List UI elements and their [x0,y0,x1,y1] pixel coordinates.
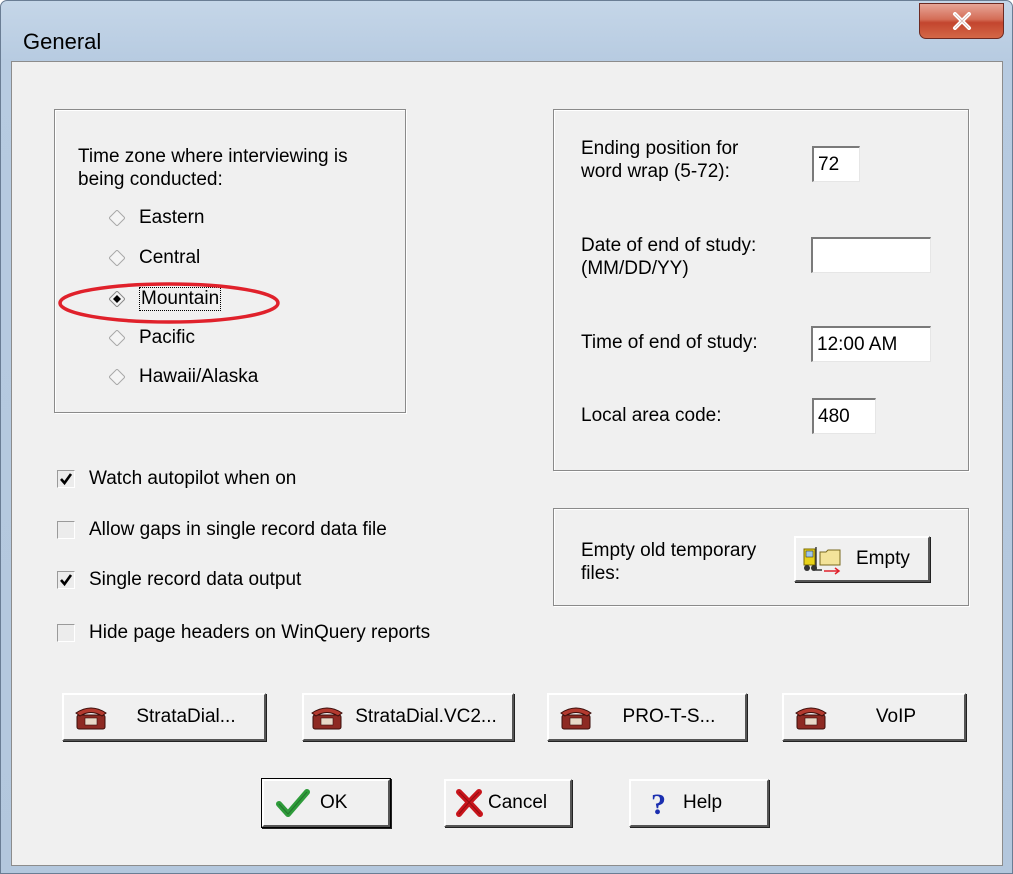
temp-files-label-line1: Empty old temporary [581,540,757,561]
checkmark-icon [60,473,73,486]
allow-gaps-checkbox[interactable]: Allow gaps in single record data file [57,515,387,545]
cancel-label: Cancel [488,792,548,813]
checkbox-box [57,571,75,589]
end-date-label-line1: Date of end of study: [581,235,757,256]
area-code-input[interactable] [812,398,876,434]
radio-diamond-icon [109,369,125,385]
end-date-input[interactable] [811,237,931,273]
cancel-button[interactable]: Cancel [444,779,572,827]
help-button[interactable]: ? Help [629,779,769,827]
general-dialog: General Time zone where interviewing is … [0,0,1013,874]
close-icon [952,12,971,30]
radio-hawaii-alaska[interactable]: Hawaii/Alaska [109,362,258,392]
red-x-icon [454,788,484,818]
stratadial-label: StrataDial... [136,706,236,727]
phone-icon [74,703,108,731]
radio-label-pacific: Pacific [139,327,195,348]
title-bar[interactable]: General [1,1,1012,61]
radio-label-eastern: Eastern [139,207,205,228]
hide-page-headers-checkbox[interactable]: Hide page headers on WinQuery reports [57,618,430,648]
phone-icon [310,703,344,731]
checkbox-box [57,470,75,488]
checkmark-icon [276,789,310,817]
time-zone-label-line2: being conducted: [78,169,223,190]
radio-label-hawaii-alaska: Hawaii/Alaska [139,366,259,387]
pro-t-s-button[interactable]: PRO-T-S... [547,693,747,741]
radio-diamond-icon [109,330,125,346]
radio-pacific[interactable]: Pacific [109,323,195,353]
question-mark-icon: ? [643,788,673,818]
empty-button[interactable]: Empty [794,536,930,582]
stratadial-button[interactable]: StrataDial... [62,693,266,741]
checkbox-box [57,624,75,642]
time-zone-label-line1: Time zone where interviewing is [78,146,348,167]
word-wrap-label-line2: word wrap (5-72): [581,161,730,182]
watch-autopilot-label: Watch autopilot when on [89,468,297,489]
radio-diamond-selected-icon [109,291,125,307]
radio-diamond-icon [109,210,125,226]
stratadial-vc2-label: StrataDial.VC2... [355,706,497,727]
end-date-label-line2: (MM/DD/YY) [581,258,689,279]
radio-mountain[interactable]: Mountain [109,284,222,314]
word-wrap-input[interactable] [812,146,860,182]
ok-button[interactable]: OK [262,779,390,827]
radio-eastern[interactable]: Eastern [109,203,204,233]
radio-label-mountain: Mountain [139,287,222,311]
end-time-input[interactable] [811,326,931,362]
help-label: Help [683,792,723,813]
close-button[interactable] [919,3,1004,39]
stratadial-vc2-button[interactable]: StrataDial.VC2... [302,693,514,741]
phone-icon [794,703,828,731]
checkbox-box [57,521,75,539]
radio-diamond-icon [109,250,125,266]
hide-page-headers-label: Hide page headers on WinQuery reports [89,622,431,643]
radio-label-central: Central [139,247,201,268]
end-time-label: Time of end of study: [581,332,758,353]
voip-label: VoIP [875,706,917,727]
checkmark-icon [60,574,73,587]
voip-button[interactable]: VoIP [782,693,966,741]
radio-central[interactable]: Central [109,243,200,273]
single-record-output-checkbox[interactable]: Single record data output [57,565,301,595]
word-wrap-label-line1: Ending position for [581,138,739,159]
area-code-label: Local area code: [581,405,722,426]
watch-autopilot-checkbox[interactable]: Watch autopilot when on [57,464,296,494]
svg-text:?: ? [651,788,666,818]
ok-label: OK [320,792,348,813]
window-title: General [23,29,102,54]
single-record-output-label: Single record data output [89,569,302,590]
allow-gaps-label: Allow gaps in single record data file [89,519,387,540]
temp-files-label-line2: files: [581,563,621,584]
phone-icon [559,703,593,731]
empty-button-label: Empty [856,548,910,569]
pro-t-s-label: PRO-T-S... [622,706,716,727]
forklift-folder-icon [802,543,854,575]
